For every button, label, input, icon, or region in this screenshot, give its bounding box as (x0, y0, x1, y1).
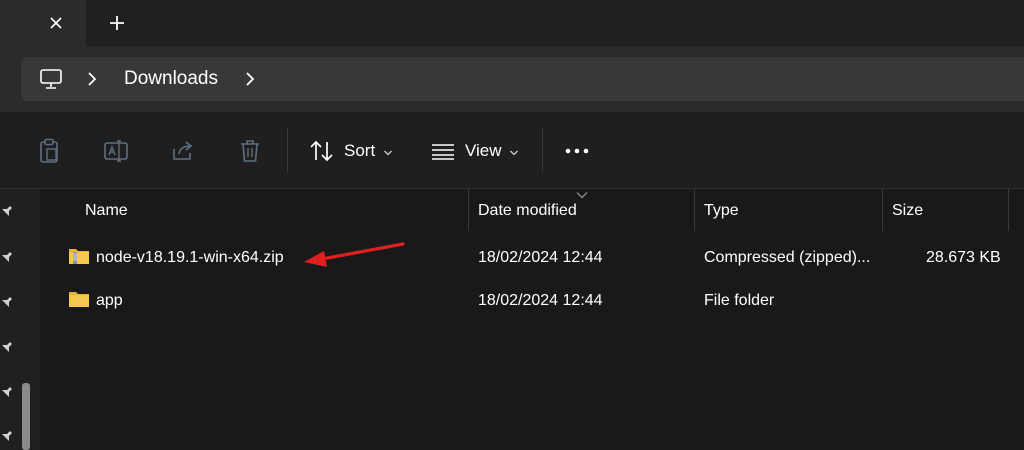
file-type: Compressed (zipped)... (704, 249, 871, 266)
column-divider[interactable] (882, 189, 883, 231)
chevron-down-icon[interactable] (383, 145, 393, 156)
column-date-modified[interactable]: Date modified (478, 201, 577, 220)
delete-icon[interactable] (237, 138, 263, 164)
file-date: 18/02/2024 12:44 (478, 292, 603, 309)
pin-icon[interactable] (0, 429, 14, 443)
pin-icon[interactable] (0, 340, 14, 354)
folder-icon (68, 289, 90, 309)
zip-folder-icon (68, 246, 90, 266)
command-bar: Sort View (0, 112, 1024, 189)
file-date: 18/02/2024 12:44 (478, 249, 603, 266)
navigation-pane (0, 189, 40, 450)
command-separator (542, 128, 543, 172)
column-type[interactable]: Type (704, 201, 739, 220)
rename-icon[interactable] (103, 138, 129, 164)
file-row[interactable]: node-v18.19.1-win-x64.zip 18/02/2024 12:… (40, 238, 1024, 278)
breadcrumb-chevron-icon[interactable] (85, 70, 99, 88)
sort-button[interactable]: Sort (344, 141, 375, 161)
breadcrumb-downloads[interactable]: Downloads (124, 68, 218, 90)
file-size: 28.673 KB (926, 249, 1001, 266)
breadcrumb-chevron-icon[interactable] (243, 70, 257, 88)
column-divider[interactable] (1008, 189, 1009, 231)
navigation-scrollbar[interactable] (22, 383, 30, 450)
share-icon[interactable] (170, 138, 196, 164)
address-bar[interactable]: Downloads (21, 57, 1024, 101)
pin-icon[interactable] (0, 250, 14, 264)
column-divider[interactable] (694, 189, 695, 231)
chevron-down-icon[interactable] (509, 145, 519, 156)
address-row: Downloads (0, 46, 1024, 112)
view-icon[interactable] (430, 138, 456, 164)
file-name[interactable]: app (96, 291, 123, 310)
file-row[interactable]: app 18/02/2024 12:44 File folder (40, 281, 1024, 321)
column-size[interactable]: Size (892, 201, 923, 220)
pin-icon[interactable] (0, 204, 14, 218)
annotation-arrow (300, 238, 410, 270)
column-divider[interactable] (468, 189, 469, 231)
column-name[interactable]: Name (85, 201, 128, 220)
active-tab[interactable] (0, 0, 86, 46)
this-pc-icon[interactable] (39, 68, 63, 90)
view-button[interactable]: View (465, 141, 502, 161)
more-options-icon[interactable] (564, 138, 590, 164)
plus-icon[interactable] (105, 11, 129, 35)
file-type: File folder (704, 292, 775, 309)
file-name[interactable]: node-v18.19.1-win-x64.zip (96, 248, 284, 267)
sort-icon[interactable] (309, 138, 335, 164)
pin-icon[interactable] (0, 385, 14, 399)
paste-icon[interactable] (36, 138, 62, 164)
column-header: Name Date modified Type Size (40, 189, 1024, 231)
close-icon[interactable] (44, 11, 68, 35)
pin-icon[interactable] (0, 295, 14, 309)
tab-strip (0, 0, 1024, 46)
command-separator (287, 128, 288, 172)
